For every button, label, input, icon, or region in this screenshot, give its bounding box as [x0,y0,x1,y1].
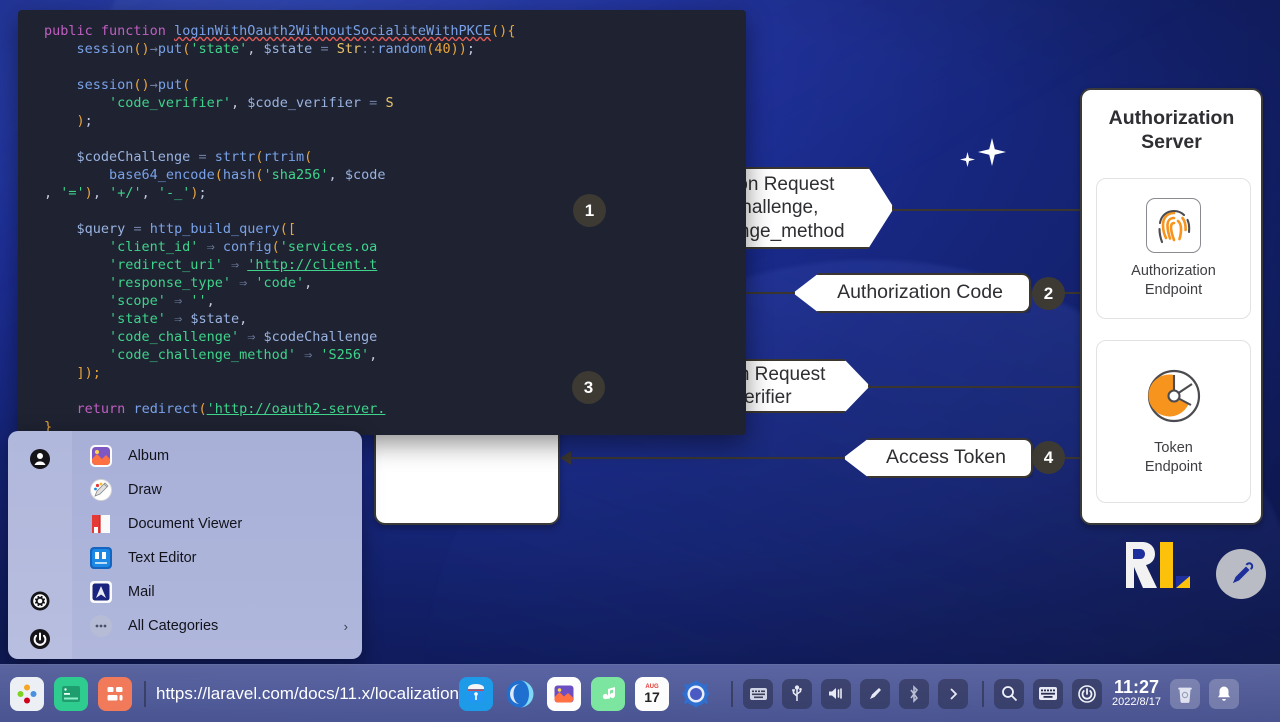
menu-item-album[interactable]: Album [72,439,362,473]
taskbar-divider [144,680,146,707]
flow-ribbon-4: Access Token [843,438,1033,478]
flow-line-1 [884,209,1089,212]
chevron-right-icon: › [343,618,348,634]
power-icon[interactable] [1072,678,1102,709]
taskbar-divider [982,680,984,707]
application-menu[interactable]: Album Draw Document Viewer Text Editor M [8,431,362,659]
menu-item-text-editor[interactable]: Text Editor [72,541,362,575]
app-grid-icon[interactable] [98,676,132,711]
menu-item-document-viewer[interactable]: Document Viewer [72,507,362,541]
draw-icon [90,479,112,501]
calendar-day: 17 [644,688,660,705]
user-avatar-icon[interactable] [28,447,52,471]
taskbar[interactable]: https://laravel.com/docs/11.x/localizati… [0,664,1280,722]
search-icon[interactable] [994,678,1024,709]
flow-line-3 [862,386,1090,389]
menu-item-label: Text Editor [128,550,197,566]
calendar-icon[interactable]: AUG 17 [635,676,669,711]
flow-badge-1: 1 [573,194,606,227]
rl-logo [1120,536,1200,594]
flow-badge-3: 3 [572,371,605,404]
menu-item-label: Album [128,448,170,464]
taskbar-url-label[interactable]: https://laravel.com/docs/11.x/localizati… [156,684,459,704]
chevron-right-icon[interactable] [938,678,968,709]
mail-icon [90,581,112,603]
pen-tool-button[interactable] [1216,549,1266,599]
settings-gear-icon[interactable] [679,677,713,711]
sparkle-icon [960,152,975,167]
album-icon [90,445,112,467]
menu-sidebar-rail [8,431,72,659]
flow-badge-4: 4 [1032,441,1065,474]
flow-ribbon-2: Authorization Code [793,273,1031,313]
flow-badge-2: 2 [1032,277,1065,310]
trash-icon[interactable] [1169,678,1200,709]
sparkle-icon [978,138,1006,166]
authorization-server-title: Authorization Server [1108,107,1235,154]
authorization-endpoint-box: Authorization Endpoint [1096,178,1251,319]
volume-icon[interactable] [821,678,851,709]
usb-icon[interactable] [782,678,812,709]
menu-item-label: All Categories [128,618,219,634]
settings-icon[interactable] [28,589,52,613]
document-viewer-icon [90,513,112,535]
terminal-icon[interactable] [54,676,88,711]
code-editor-window[interactable]: public function loginWithOauth2WithoutSo… [18,10,746,435]
menu-item-label: Mail [128,584,155,600]
more-icon [90,615,112,637]
keyboard-layout-icon[interactable] [743,678,773,709]
brightness-icon[interactable] [860,678,890,709]
bluetooth-icon[interactable] [899,678,929,709]
bell-icon[interactable] [1208,678,1239,709]
app-launcher-icon[interactable] [10,676,44,711]
menu-item-all-categories[interactable]: All Categories › [72,609,362,643]
menu-item-label: Document Viewer [128,516,243,532]
flow-arrowhead-4 [560,451,571,465]
text-editor-icon [90,547,112,569]
authorization-endpoint-label: Authorization Endpoint [1131,263,1216,298]
power-icon[interactable] [28,627,52,651]
kate-editor-icon[interactable] [459,676,493,711]
clock[interactable]: 11:27 2022/8/17 [1112,678,1161,708]
music-icon[interactable] [591,676,625,711]
authorization-server-card: Authorization Server Authorization Endpo… [1080,88,1263,525]
fingerprint-icon [1146,198,1201,254]
code-content: public function loginWithOauth2WithoutSo… [44,23,516,435]
clock-date: 2022/8/17 [1112,696,1161,709]
virtual-keyboard-icon[interactable] [1033,678,1063,709]
clock-time: 11:27 [1113,677,1159,698]
browser-icon[interactable] [503,677,537,711]
token-endpoint-label: Token Endpoint [1144,440,1203,475]
taskbar-divider [731,680,733,707]
menu-items-list: Album Draw Document Viewer Text Editor M [72,431,362,659]
token-endpoint-box: Token Endpoint [1096,340,1251,503]
flow-line-4 [566,457,858,460]
token-pie-icon [1145,367,1203,430]
gallery-icon[interactable] [547,676,581,711]
menu-item-label: Draw [128,482,162,498]
menu-item-draw[interactable]: Draw [72,473,362,507]
menu-item-mail[interactable]: Mail [72,575,362,609]
